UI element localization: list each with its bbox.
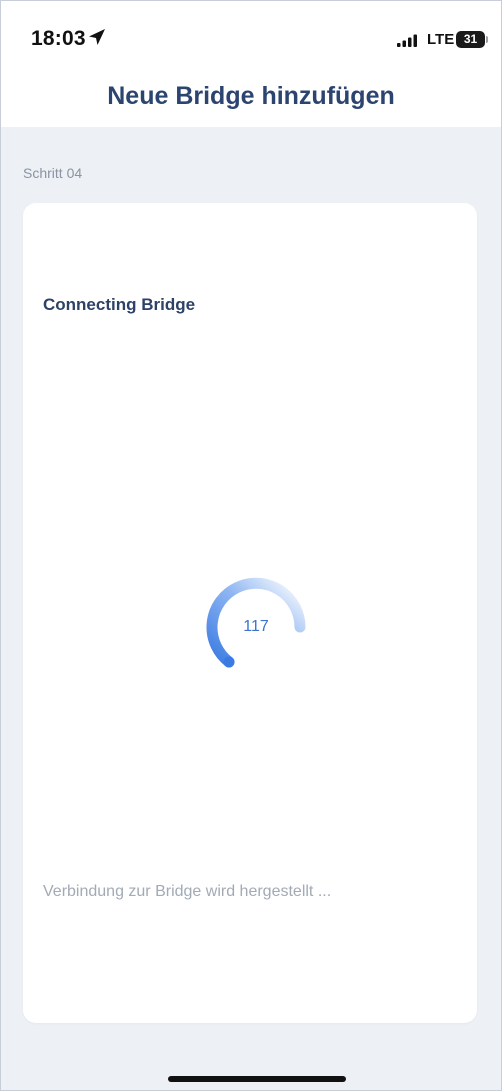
countdown-value: 117 <box>243 618 269 635</box>
location-arrow-icon <box>87 27 107 47</box>
battery-icon: 31 <box>456 31 485 48</box>
home-indicator[interactable] <box>168 1076 346 1082</box>
nav-bar: Neue Bridge hinzufügen <box>1 73 501 127</box>
connecting-card: Connecting Bridge 117 Verbindung zur Bri… <box>23 203 477 1023</box>
page-title: Neue Bridge hinzufügen <box>107 82 395 110</box>
battery-cap <box>486 36 488 43</box>
connection-status-text: Verbindung zur Bridge wird hergestellt .… <box>43 883 332 900</box>
status-time: 18:03 <box>31 27 86 50</box>
card-title: Connecting Bridge <box>43 295 196 314</box>
cellular-signal-icon <box>397 34 421 48</box>
status-bar: 18:03 LTE 31 <box>1 1 501 73</box>
app-screen: 18:03 LTE 31 Neue Bridge hinzufügen Schr… <box>0 0 502 1091</box>
network-type: LTE <box>427 31 455 48</box>
step-label: Schritt 04 <box>23 165 83 181</box>
